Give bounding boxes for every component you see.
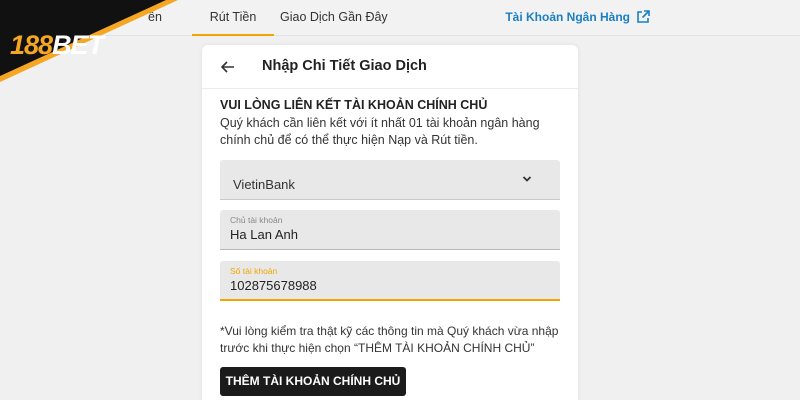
transaction-details-card: Nhập Chi Tiết Giao Dịch VUI LÒNG LIÊN KẾ… <box>202 45 578 400</box>
logo-word: BET <box>52 30 104 60</box>
bank-select[interactable]: VietinBank <box>220 160 560 200</box>
brand-logo: 188BET <box>0 0 178 82</box>
notice-body: Quý khách cần liên kết với ít nhất 01 tà… <box>220 116 540 147</box>
account-holder-value: Ha Lan Anh <box>230 227 298 242</box>
verification-note: *Vui lòng kiểm tra thật kỹ các thông tin… <box>220 324 559 355</box>
bank-select-value: VietinBank <box>233 177 295 192</box>
bank-accounts-link[interactable]: Tài Khoản Ngân Hàng <box>505 0 650 34</box>
notice-title: VUI LÒNG LIÊN KẾT TÀI KHOẢN CHÍNH CHỦ <box>220 98 488 112</box>
account-holder-label: Chủ tài khoản <box>230 215 283 225</box>
account-holder-field[interactable]: Chủ tài khoản Ha Lan Anh <box>220 210 560 250</box>
tab-recent-transactions[interactable]: Giao Dịch Gần Đây <box>280 0 388 35</box>
account-number-value: 102875678988 <box>230 278 317 293</box>
account-number-label: Số tài khoản <box>230 266 278 276</box>
bank-accounts-link-label: Tài Khoản Ngân Hàng <box>505 10 630 24</box>
chevron-down-icon <box>522 176 532 182</box>
logo-number: 188 <box>10 30 53 60</box>
tab-withdraw[interactable]: Rút Tiền <box>192 0 274 36</box>
arrow-left-icon[interactable] <box>218 57 238 77</box>
card-title: Nhập Chi Tiết Giao Dịch <box>262 58 427 74</box>
card-header: Nhập Chi Tiết Giao Dịch <box>202 45 578 89</box>
external-link-icon <box>637 10 650 23</box>
account-number-field[interactable]: Số tài khoản 102875678988 <box>220 261 560 301</box>
add-account-button[interactable]: THÊM TÀI KHOẢN CHÍNH CHỦ <box>220 367 406 396</box>
